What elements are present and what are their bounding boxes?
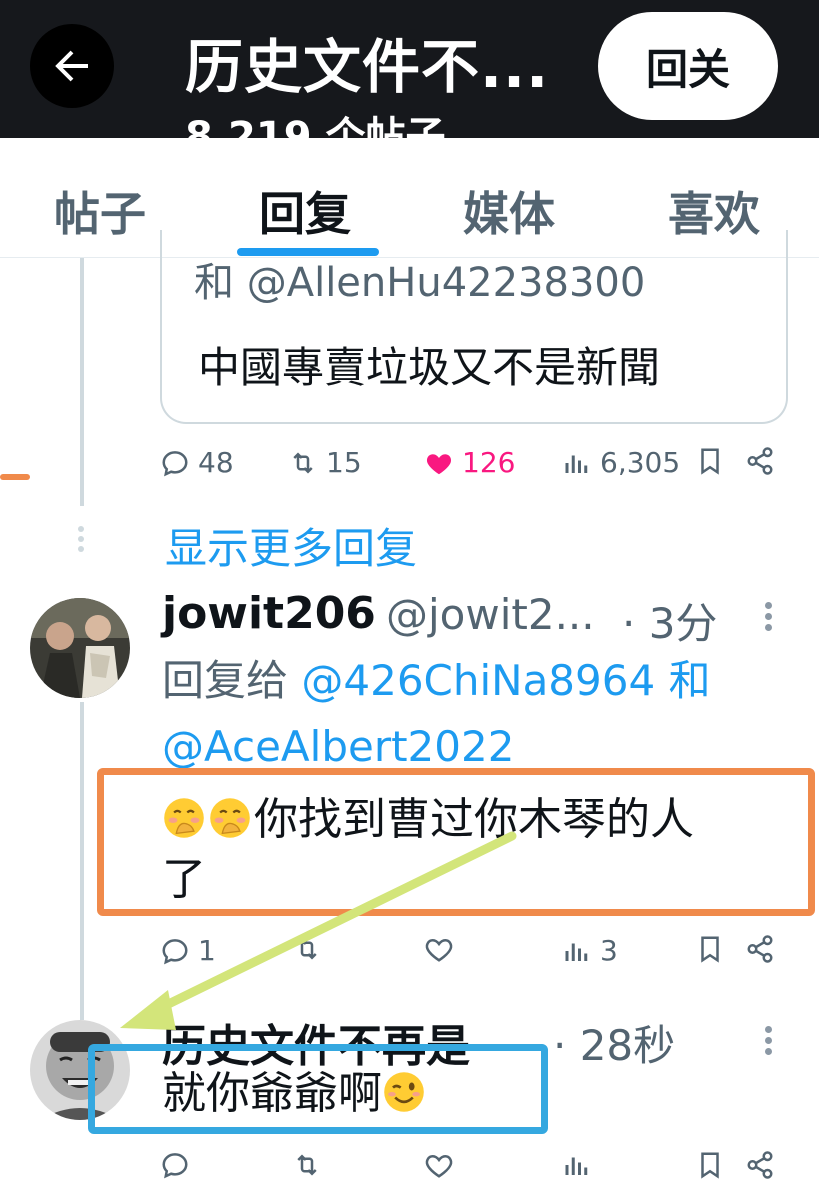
annotation-arrow [120, 831, 517, 1030]
